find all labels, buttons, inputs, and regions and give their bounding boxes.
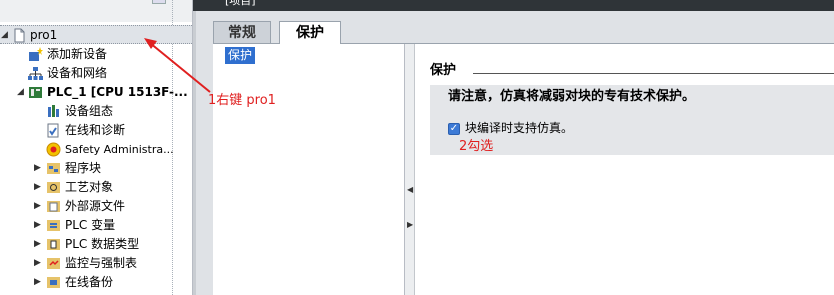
plc-icon [28, 85, 43, 100]
tree-item-label: Safety Administra... [65, 143, 174, 156]
tree-item-label: 设备组态 [65, 104, 114, 118]
expanded-arrow-icon[interactable]: ◢ [17, 87, 26, 97]
tree-item-pro1[interactable]: ◢ pro1 [0, 25, 192, 44]
properties-editor: [项目] 常规 保护 保护 ◀ ▶ 保护 请注意，仿真将减弱对块的专有技术保护。… [193, 0, 834, 295]
tree-item-label: PLC 变量 [65, 218, 116, 232]
editor-title: [项目] [225, 0, 256, 7]
expanded-arrow-icon[interactable]: ◢ [1, 30, 10, 40]
collapsed-arrow-icon[interactable]: ▶ [34, 182, 43, 192]
tree-item-label: 在线备份 [65, 275, 114, 289]
tree-item-label: 程序块 [65, 161, 102, 175]
properties-panel: 保护 ◀ ▶ 保护 请注意，仿真将减弱对块的专有技术保护。 ✓ 块编译时支持仿真… [213, 43, 834, 295]
collapsed-arrow-icon[interactable]: ▶ [34, 201, 43, 211]
technology-objects-icon [46, 180, 61, 195]
add-device-icon [28, 47, 43, 62]
tree-item-label: 在线和诊断 [65, 123, 126, 137]
section-title: 保护 [430, 63, 457, 78]
section-divider [473, 73, 834, 74]
simulation-checkbox-label[interactable]: 块编译时支持仿真。 [465, 120, 573, 137]
tree-item-watch-force-tables[interactable]: ▶ 监控与强制表 [0, 254, 172, 273]
project-tree-header [0, 0, 193, 22]
annotation-step1: 1右键 pro1 [208, 93, 276, 108]
tree-item-label: 监控与强制表 [65, 256, 138, 270]
tree-item-label: 设备和网络 [47, 66, 108, 80]
plc-datatypes-icon [46, 237, 61, 252]
network-icon [28, 66, 43, 81]
project-tree: ◢ pro1 添加新设备 设备和网络 ◢ PLC_1 [CPU 1513F-..… [0, 0, 193, 295]
tree-item-program-blocks[interactable]: ▶ 程序块 [0, 159, 172, 178]
tree-item-online-backup[interactable]: ▶ 在线备份 [0, 273, 172, 292]
tree-item-external-sources[interactable]: ▶ 外部源文件 [0, 197, 172, 216]
grip-icon[interactable] [152, 0, 166, 4]
tree-item-label: PLC_1 [CPU 1513F-... [47, 85, 188, 99]
tree-item-label: 外部源文件 [65, 199, 126, 213]
collapsed-arrow-icon[interactable]: ▶ [34, 220, 43, 230]
external-source-icon [46, 199, 61, 214]
simulation-checkbox[interactable]: ✓ [448, 123, 460, 135]
editor-title-bar: [项目] [193, 0, 834, 11]
plc-tags-icon [46, 218, 61, 233]
tree-item-plc-data-types[interactable]: ▶ PLC 数据类型 [0, 235, 172, 254]
properties-nav: 保护 [213, 44, 405, 295]
tree-item-devices-networks[interactable]: 设备和网络 [0, 64, 172, 83]
tree-item-plc-tags[interactable]: ▶ PLC 变量 [0, 216, 172, 235]
tree-item-plc1[interactable]: ◢ PLC_1 [CPU 1513F-... [0, 83, 188, 102]
safety-icon [46, 142, 61, 157]
properties-content: 保护 请注意，仿真将减弱对块的专有技术保护。 ✓ 块编译时支持仿真。 [416, 44, 834, 295]
expand-right-icon[interactable]: ▶ [407, 220, 413, 230]
tab-protection[interactable]: 保护 [279, 21, 341, 44]
watch-tables-icon [46, 256, 61, 271]
collapse-left-icon[interactable]: ◀ [407, 185, 413, 195]
tree-item-label: PLC 数据类型 [65, 237, 140, 251]
online-backup-icon [46, 275, 61, 290]
tree-item-technology-objects[interactable]: ▶ 工艺对象 [0, 178, 172, 197]
annotation-step2: 2勾选 [459, 139, 494, 154]
tree-item-label: 添加新设备 [47, 47, 108, 61]
tree-item-online-diagnostics[interactable]: 在线和诊断 [0, 121, 172, 140]
nav-item-protection[interactable]: 保护 [225, 47, 256, 64]
tree-item-device-config[interactable]: 设备组态 [0, 102, 172, 121]
program-blocks-icon [46, 161, 61, 176]
collapsed-arrow-icon[interactable]: ▶ [34, 239, 43, 249]
project-document-icon [12, 28, 27, 43]
collapsed-arrow-icon[interactable]: ▶ [34, 163, 43, 173]
tree-item-label: pro1 [30, 28, 58, 42]
tab-general[interactable]: 常规 [213, 21, 271, 44]
device-config-icon [46, 104, 61, 119]
protection-note: 请注意，仿真将减弱对块的专有技术保护。 [448, 89, 696, 104]
editor-left-edge [193, 11, 196, 295]
tree-item-add-device[interactable]: 添加新设备 [0, 45, 172, 64]
collapsed-arrow-icon[interactable]: ▶ [34, 258, 43, 268]
tree-item-safety-administration[interactable]: Safety Administra... [0, 140, 174, 159]
panel-splitter[interactable]: ◀ ▶ [405, 44, 415, 295]
diagnostics-icon [46, 123, 61, 138]
collapsed-arrow-icon[interactable]: ▶ [34, 277, 43, 287]
tree-item-label: 工艺对象 [65, 180, 114, 194]
